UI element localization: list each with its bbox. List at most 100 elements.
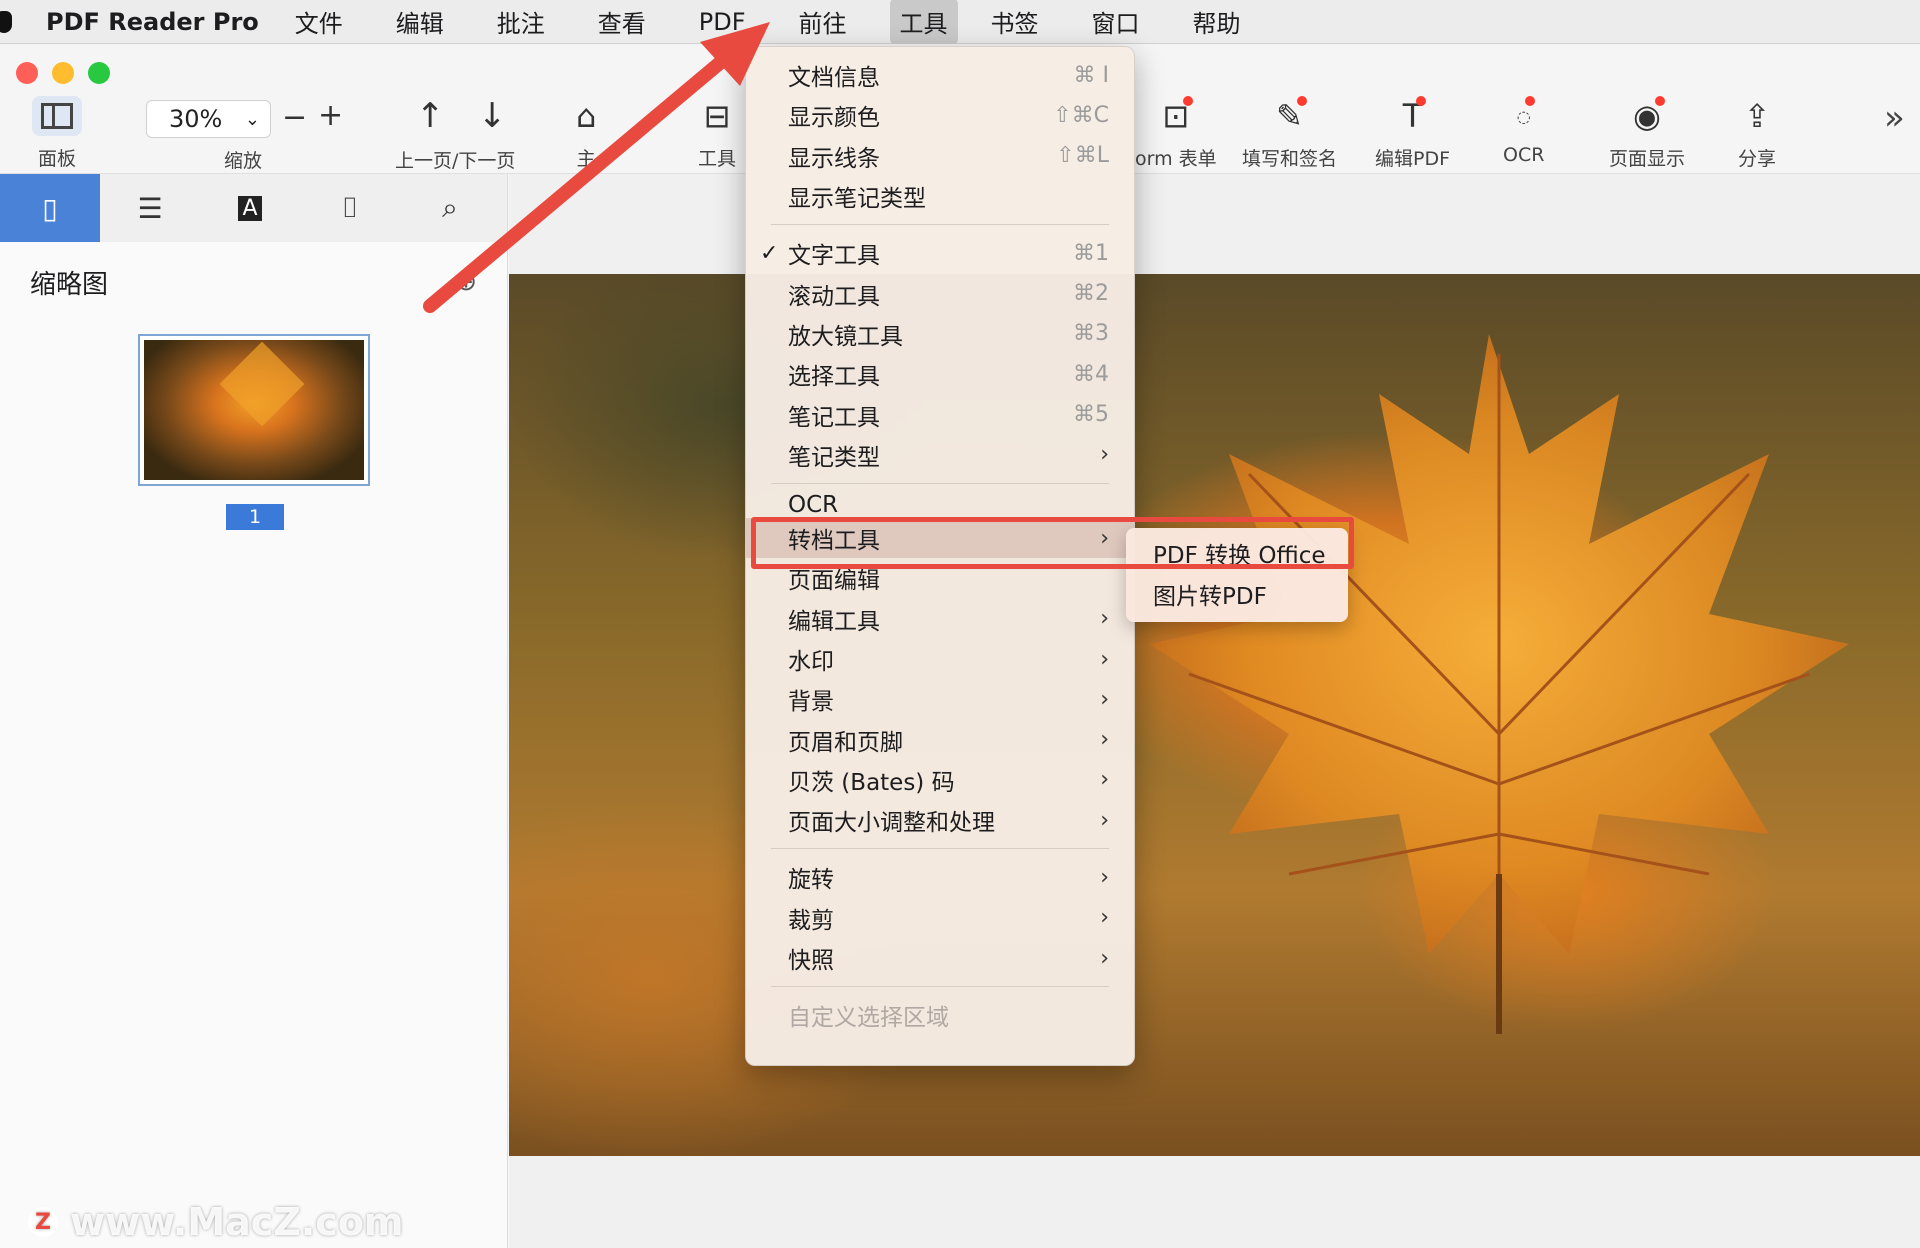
highlight-annotation-box [751,517,1354,569]
camera-icon: ⌷ [341,191,359,224]
menu-item-magnifier-tool[interactable]: 放大镜工具 ⌘3 [746,314,1134,354]
page-number-badge: 1 [226,504,284,530]
list-icon: ☰ [137,191,163,225]
app-name-menu[interactable]: PDF Reader Pro [46,8,259,36]
home-button[interactable]: ⌂ 主 [576,94,596,171]
chevron-right-icon: › [1100,606,1109,632]
chevron-right-icon: › [1100,646,1109,672]
menu-item-crop[interactable]: 裁剪 › [746,898,1134,938]
menu-item-select-tool[interactable]: 选择工具 ⌘4 [746,354,1134,394]
next-page-button[interactable]: ↓ [478,96,507,136]
menu-item-header-footer[interactable]: 页眉和页脚 › [746,719,1134,759]
menu-file[interactable]: 文件 [285,0,353,45]
menu-item-rotate[interactable]: 旋转 › [746,857,1134,897]
chevron-right-icon: › [1100,905,1109,931]
home-icon: ⌂ [576,97,597,135]
sidebar-title: 缩略图 [30,269,109,300]
menu-item-doc-info[interactable]: 文档信息 ⌘ I [746,55,1134,95]
watermark-text: www.MacZ.com [70,1200,404,1244]
chevron-right-icon: › [1100,864,1109,890]
menu-item-note-tool[interactable]: 笔记工具 ⌘5 [746,394,1134,434]
apple-icon [0,10,12,33]
menu-help[interactable]: 帮助 [1183,0,1251,45]
menu-view[interactable]: 查看 [588,0,656,45]
menu-item-edit-tools[interactable]: 编辑工具 › [746,599,1134,639]
ocr-label: OCR [1503,144,1545,166]
menu-item-custom-selection: 自定义选择区域 [788,1005,949,1032]
watermark-logo: Z [28,1207,58,1237]
sidebar-tabs: ▯ ☰ A ⌷ ⌕ [0,174,507,242]
tab-outline[interactable]: ☰ [100,174,200,242]
menu-separator [771,224,1109,226]
more-toolbar-button[interactable]: » [1884,98,1905,138]
tab-search[interactable]: ⌕ [400,174,500,242]
search-icon: ⌕ [442,191,458,224]
toolbox-icon: ⊟ [703,97,731,135]
tools-button[interactable]: ⊟ 工具 [698,94,736,171]
signature-icon: ✎ [1276,94,1307,138]
menu-item-page-resize[interactable]: 页面大小调整和处理 › [746,800,1134,840]
zoom-in-thumbnail-icon[interactable]: ⊕ [455,267,477,297]
form-label: orm 表单 [1135,148,1217,170]
maple-leaf-image [1149,334,1849,1034]
chevron-right-icon: › [1100,807,1109,833]
ocr-icon: ◌ [1517,94,1535,138]
home-label: 主 [576,148,596,170]
menu-bar: PDF Reader Pro 文件 编辑 批注 查看 PDF 前往 工具 书签 … [0,0,1920,45]
menu-item-bates[interactable]: 贝茨 (Bates) 码 › [746,760,1134,800]
chevron-right-icon: › [1100,442,1109,468]
arrow-down-icon: ↓ [478,96,507,136]
menu-item-watermark[interactable]: 水印 › [746,639,1134,679]
menu-item-text-tool[interactable]: ✓ 文字工具 ⌘1 [746,233,1134,273]
panel-button[interactable]: 面板 [32,94,82,171]
thumbnail-image [144,340,364,480]
fill-sign-button[interactable]: ✎ 填写和签名 [1242,94,1337,171]
page-thumbnail[interactable] [138,334,370,486]
fill-sign-label: 填写和签名 [1242,148,1338,170]
share-label: 分享 [1738,148,1777,170]
zoom-button[interactable] [88,62,110,84]
menu-item-ocr[interactable]: OCR [746,492,1134,518]
menu-item-note-types[interactable]: 笔记类型 › [746,435,1134,475]
menu-item-show-note-types[interactable]: 显示笔记类型 [746,176,1134,216]
nav-label: 上一页/下一页 [395,150,516,172]
form-icon: ⊡ [1162,94,1194,138]
zoom-in-button[interactable]: + [318,98,343,133]
document-area[interactable] [509,174,1920,1248]
menu-edit[interactable]: 编辑 [386,0,454,45]
ocr-button[interactable]: ◌ OCR [1503,94,1544,166]
checkmark-icon: ✓ [760,240,779,266]
menu-item-snapshot[interactable]: 快照 › [746,938,1134,978]
share-button[interactable]: ⇪ 分享 [1738,94,1776,171]
chevron-right-icon: › [1100,686,1109,712]
chevron-right-icon: › [1100,767,1109,793]
menu-bookmarks[interactable]: 书签 [981,0,1049,45]
menu-tools[interactable]: 工具 [889,0,958,45]
annotation-icon: A [238,195,262,221]
menu-item-show-colors[interactable]: 显示颜色 ⇧⌘C [746,95,1134,135]
chevron-right-icon: › [1100,727,1109,753]
close-button[interactable] [16,62,38,84]
apple-menu[interactable] [0,10,46,33]
page-display-button[interactable]: ◉ 页面显示 [1609,94,1685,171]
menu-window[interactable]: 窗口 [1082,0,1150,45]
prev-page-button[interactable]: ↑ [416,96,445,136]
tab-snapshots[interactable]: ⌷ [300,174,400,242]
zoom-value: 30% [169,105,223,133]
watermark: Z www.MacZ.com [28,1200,404,1244]
minimize-button[interactable] [52,62,74,84]
menu-item-background[interactable]: 背景 › [746,679,1134,719]
menu-item-show-lines[interactable]: 显示线条 ⇧⌘L [746,136,1134,176]
tab-annotations[interactable]: A [200,174,300,242]
tab-thumbnails[interactable]: ▯ [0,174,100,242]
menu-item-scroll-tool[interactable]: 滚动工具 ⌘2 [746,273,1134,313]
menu-pdf[interactable]: PDF [689,2,756,42]
chevron-down-icon: ⌄ [244,108,260,130]
submenu-item-image-to-pdf[interactable]: 图片转PDF [1126,573,1348,614]
zoom-select[interactable]: 30% ⌄ [146,100,271,138]
zoom-out-button[interactable]: − [282,100,307,135]
form-button[interactable]: ⊡ orm 表单 [1135,94,1217,171]
edit-pdf-button[interactable]: T 编辑PDF [1375,94,1450,171]
menu-annotate[interactable]: 批注 [487,0,555,45]
menu-go[interactable]: 前往 [789,0,857,45]
